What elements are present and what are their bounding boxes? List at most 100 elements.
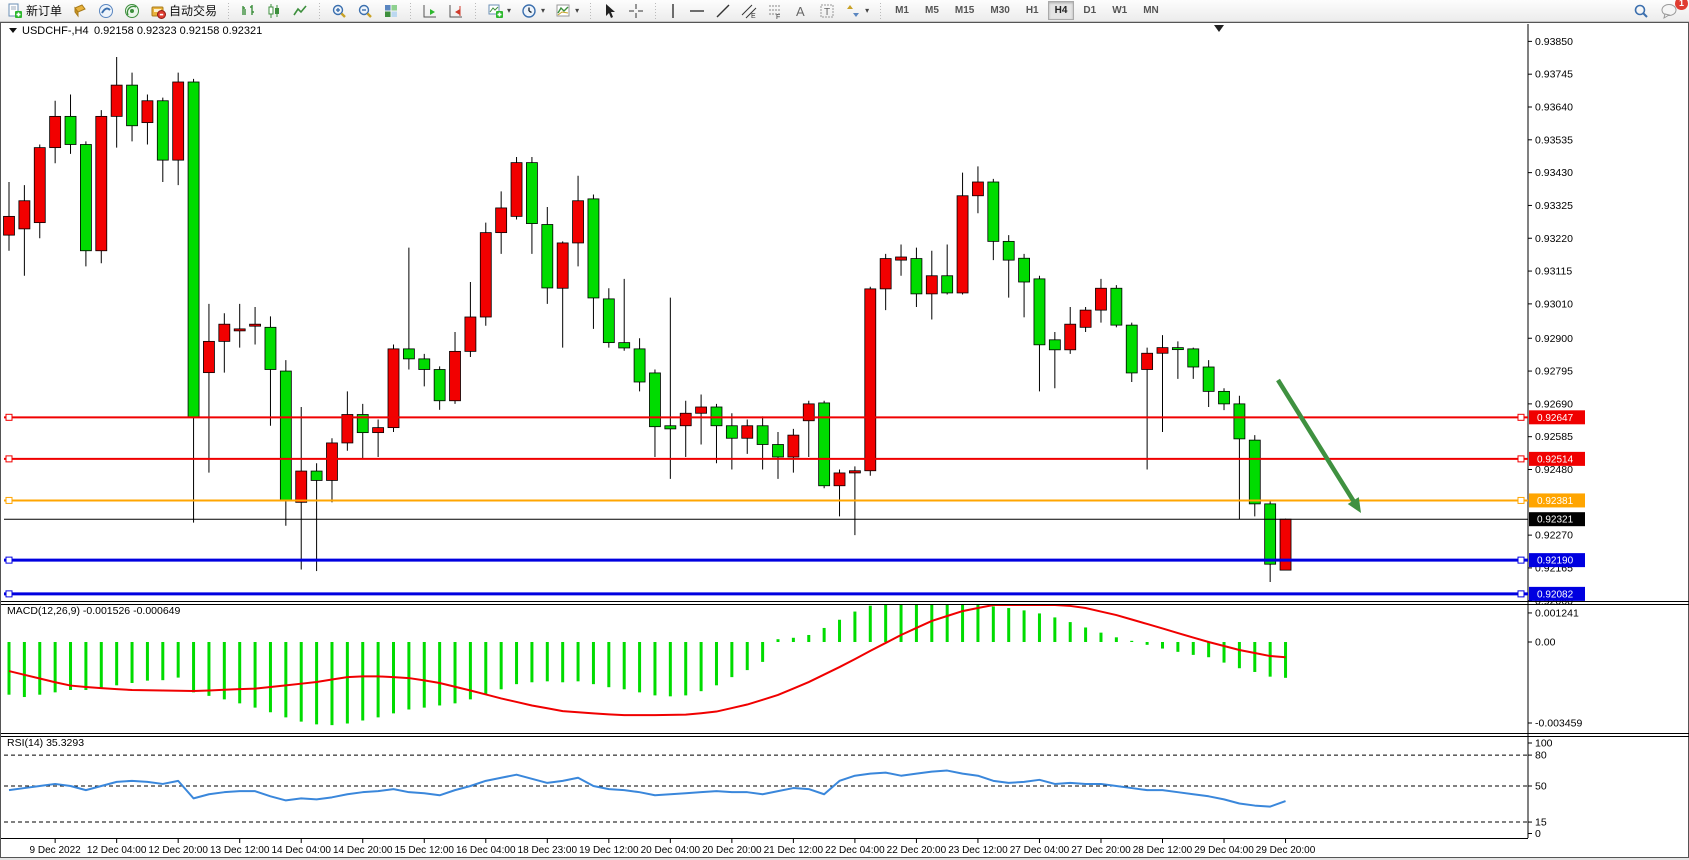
hline-handle[interactable] <box>1518 497 1524 503</box>
candle-body <box>1049 340 1060 350</box>
horizontal-line-button[interactable] <box>684 0 710 21</box>
time-axis[interactable]: 9 Dec 202212 Dec 04:0012 Dec 20:0013 Dec… <box>30 839 1316 856</box>
trendline-icon <box>715 3 731 19</box>
vertical-line-button[interactable] <box>662 0 684 21</box>
zoom-in-button[interactable] <box>326 0 352 21</box>
price-tag-label: 0.92514 <box>1537 454 1574 465</box>
search-icon <box>1632 2 1650 20</box>
channel-button[interactable]: E <box>736 0 762 21</box>
line-chart-button[interactable] <box>287 0 313 21</box>
time-axis-label: 27 Dec 04:00 <box>1010 845 1070 856</box>
horizontal-line-icon <box>689 3 705 19</box>
candle-body <box>1019 258 1030 282</box>
candle-body <box>865 289 876 471</box>
toolbar-separator <box>878 3 883 19</box>
tab-timeframe-M5[interactable]: M5 <box>918 1 946 20</box>
fibonacci-button[interactable]: F <box>762 0 788 21</box>
time-axis-label: 22 Dec 20:00 <box>887 845 947 856</box>
candle-body <box>311 471 322 480</box>
text-button[interactable]: A <box>788 0 814 21</box>
time-axis-label: 9 Dec 2022 <box>30 845 82 856</box>
svg-text:F: F <box>776 14 780 19</box>
candle-body <box>1080 310 1091 327</box>
tab-timeframe-W1[interactable]: W1 <box>1105 1 1134 20</box>
macd-axis-label: 0.00 <box>1535 637 1556 649</box>
text-label-button[interactable]: T <box>814 0 840 21</box>
zoom-out-button[interactable] <box>352 0 378 21</box>
tab-timeframe-M30[interactable]: M30 <box>983 1 1016 20</box>
tab-timeframe-H4[interactable]: H4 <box>1048 1 1075 20</box>
candle-body <box>1265 504 1276 564</box>
shapes-icon <box>845 3 861 19</box>
candle-body <box>1219 391 1230 404</box>
new-order-button[interactable]: 新订单 <box>2 0 67 21</box>
cursor-button[interactable] <box>597 0 623 21</box>
crosshair-button[interactable] <box>623 0 649 21</box>
macd-label: MACD(12,26,9) -0.001526 -0.000649 <box>7 605 181 617</box>
tile-windows-button[interactable] <box>378 0 404 21</box>
time-axis-label: 27 Dec 20:00 <box>1071 845 1131 856</box>
hline-handle[interactable] <box>6 591 12 597</box>
candle-body <box>1111 288 1122 325</box>
new-order-label: 新订单 <box>26 2 62 19</box>
candle-body <box>250 324 261 326</box>
candle-body <box>326 443 337 481</box>
tab-timeframe-M15[interactable]: M15 <box>948 1 981 20</box>
hline-handle[interactable] <box>1518 557 1524 563</box>
chevron-down-icon: ▾ <box>865 6 869 15</box>
candle-body <box>280 371 291 501</box>
hline-handle[interactable] <box>1518 414 1524 420</box>
terminal-button[interactable] <box>93 0 119 21</box>
tab-timeframe-M1[interactable]: M1 <box>888 1 916 20</box>
periods-button[interactable]: ▾ <box>516 0 550 21</box>
candle-body <box>726 426 737 439</box>
candle-body <box>234 329 245 331</box>
symbol-period-label: USDCHF-,H4 <box>22 25 89 37</box>
candle-body <box>588 199 599 298</box>
hline-handle[interactable] <box>1518 591 1524 597</box>
price-axis-label: 0.93220 <box>1535 233 1573 245</box>
tab-timeframe-D1[interactable]: D1 <box>1076 1 1103 20</box>
rsi-axis-label: 80 <box>1535 750 1547 762</box>
auto-scroll-button[interactable] <box>417 0 443 21</box>
bar-chart-button[interactable] <box>235 0 261 21</box>
candle-body <box>680 413 691 426</box>
tab-timeframe-MN[interactable]: MN <box>1136 1 1166 20</box>
notifications-button[interactable]: 1 <box>1655 0 1683 21</box>
toolbar: 新订单 自动交易 <box>0 0 1689 22</box>
candle-body <box>1157 348 1168 354</box>
candle-body <box>388 349 399 428</box>
chart-shift-button[interactable] <box>443 0 469 21</box>
search-button[interactable] <box>1627 0 1655 21</box>
trendline-button[interactable] <box>710 0 736 21</box>
rsi-axis-label: 100 <box>1535 738 1553 750</box>
candle-body <box>911 259 922 294</box>
tab-timeframe-H1[interactable]: H1 <box>1019 1 1046 20</box>
hline-handle[interactable] <box>6 497 12 503</box>
shapes-button[interactable]: ▾ <box>840 0 874 21</box>
price-tag-label: 0.92647 <box>1537 413 1574 424</box>
new-chart-button[interactable]: ▾ <box>482 0 516 21</box>
time-axis-label: 29 Dec 04:00 <box>1194 845 1254 856</box>
candle-body <box>573 201 584 243</box>
text-label-icon: T <box>819 3 835 19</box>
candle-body <box>557 243 568 288</box>
autotrading-button[interactable]: 自动交易 <box>145 0 222 21</box>
candle-body <box>434 370 445 401</box>
candle-body <box>649 373 660 427</box>
market-watch-button[interactable] <box>67 0 93 21</box>
candlestick-chart-button[interactable] <box>261 0 287 21</box>
svg-text:A: A <box>796 4 805 19</box>
crosshair-icon <box>628 3 644 19</box>
candle-body <box>419 359 430 370</box>
price-axis-label: 0.93850 <box>1535 36 1573 48</box>
chart-background <box>2 24 1688 837</box>
hline-handle[interactable] <box>1518 456 1524 462</box>
hline-handle[interactable] <box>6 414 12 420</box>
hline-handle[interactable] <box>6 456 12 462</box>
time-axis-label: 16 Dec 04:00 <box>456 845 516 856</box>
indicators-button[interactable]: ▾ <box>550 0 584 21</box>
hline-handle[interactable] <box>6 557 12 563</box>
candle-body <box>1172 348 1183 350</box>
signals-button[interactable] <box>119 0 145 21</box>
